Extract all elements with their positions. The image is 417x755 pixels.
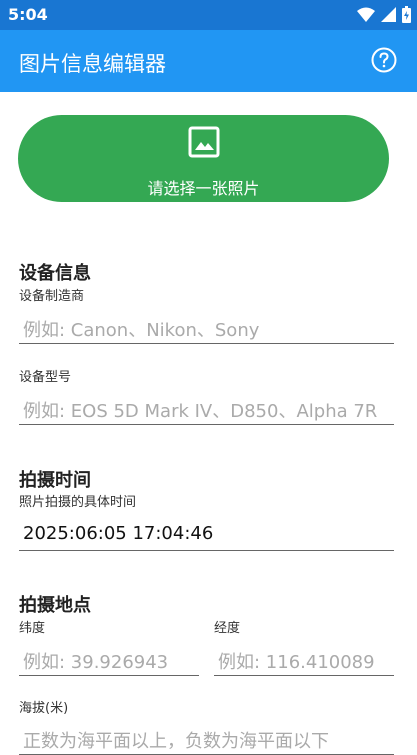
select-photo-label: 请选择一张照片	[147, 179, 260, 198]
device-maker-input[interactable]: 例如: Canon、Nikon、Sony	[19, 316, 394, 344]
image-icon	[188, 126, 220, 158]
device-section-title: 设备信息	[19, 263, 91, 284]
latitude-label: 纬度	[19, 621, 46, 636]
app-title: 图片信息编辑器	[19, 52, 166, 76]
help-circle-icon[interactable]	[371, 47, 397, 73]
wifi-icon	[357, 7, 375, 22]
time-section-title: 拍摄时间	[19, 470, 91, 491]
device-model-label: 设备型号	[19, 370, 72, 385]
altitude-label: 海拔(米)	[19, 701, 69, 716]
longitude-input[interactable]: 例如: 116.410089	[214, 648, 394, 676]
altitude-input[interactable]: 正数为海平面以上，负数为海平面以下	[19, 727, 394, 755]
select-photo-button[interactable]: 请选择一张照片	[18, 115, 389, 202]
capture-time-input[interactable]: 2025:06:05 17:04:46	[19, 523, 394, 551]
status-bar: 5:04	[0, 0, 417, 30]
location-section-title: 拍摄地点	[19, 595, 91, 616]
device-maker-label: 设备制造商	[19, 289, 85, 304]
cellular-signal-icon	[381, 7, 396, 22]
status-time: 5:04	[8, 5, 48, 24]
battery-icon	[402, 6, 411, 23]
status-icons	[357, 6, 411, 23]
app-bar: 图片信息编辑器	[0, 30, 417, 92]
time-label: 照片拍摄的具体时间	[19, 495, 137, 510]
device-model-input[interactable]: 例如: EOS 5D Mark IV、D850、Alpha 7R	[19, 397, 394, 425]
latitude-input[interactable]: 例如: 39.926943	[19, 648, 199, 676]
longitude-label: 经度	[214, 621, 241, 636]
